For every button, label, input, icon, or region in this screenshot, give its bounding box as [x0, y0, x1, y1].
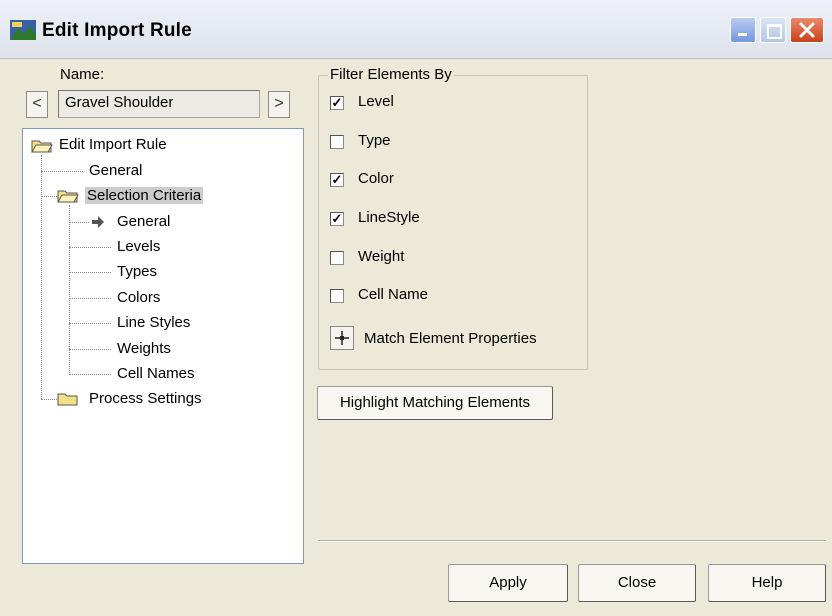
tree-item-general-criteria[interactable]: General: [117, 213, 170, 230]
tree-item-general[interactable]: General: [89, 162, 142, 179]
level-checkbox[interactable]: ✓: [330, 96, 344, 110]
tree-item-process-settings[interactable]: Process Settings: [89, 390, 202, 407]
highlight-matching-elements-button[interactable]: Highlight Matching Elements: [317, 386, 553, 420]
weight-label: Weight: [358, 248, 405, 265]
crosshair-icon: [335, 331, 349, 345]
close-button[interactable]: Close: [578, 564, 696, 602]
open-folder-icon: [31, 140, 53, 153]
open-folder-icon: [57, 190, 79, 203]
tree-item-selection-criteria[interactable]: Selection Criteria: [85, 187, 204, 204]
color-label: Color: [358, 170, 394, 187]
tree-item-weights[interactable]: Weights: [117, 340, 171, 357]
tree-item-levels[interactable]: Levels: [117, 238, 160, 255]
level-label: Level: [358, 93, 394, 110]
separator: [318, 540, 826, 542]
rule-tree[interactable]: Edit Import Rule General Selection Crite…: [22, 128, 304, 564]
help-button[interactable]: Help: [708, 564, 826, 602]
match-element-properties-button[interactable]: [330, 326, 354, 350]
tree-item-cell-names[interactable]: Cell Names: [117, 365, 195, 382]
app-icon: [10, 20, 36, 40]
tree-item-colors[interactable]: Colors: [117, 289, 160, 306]
name-field[interactable]: Gravel Shoulder: [58, 90, 260, 118]
weight-checkbox[interactable]: [330, 251, 344, 265]
window-title: Edit Import Rule: [42, 20, 192, 41]
close-icon: [799, 22, 815, 38]
linestyle-label: LineStyle: [358, 209, 420, 226]
tree-item-line-styles[interactable]: Line Styles: [117, 314, 190, 331]
filter-group-legend: Filter Elements By: [328, 66, 454, 83]
minimize-button[interactable]: [730, 17, 756, 43]
maximize-button[interactable]: [760, 17, 786, 43]
prev-rule-button[interactable]: <: [26, 91, 48, 118]
arrow-right-icon: [92, 216, 104, 228]
color-checkbox[interactable]: ✓: [330, 173, 344, 187]
match-element-properties-label: Match Element Properties: [364, 330, 537, 347]
type-checkbox[interactable]: [330, 135, 344, 149]
linestyle-checkbox[interactable]: ✓: [330, 212, 344, 226]
type-label: Type: [358, 132, 391, 149]
apply-button[interactable]: Apply: [448, 564, 568, 602]
close-window-button[interactable]: [790, 17, 824, 43]
cell-name-checkbox[interactable]: [330, 289, 344, 303]
tree-item-edit-import-rule[interactable]: Edit Import Rule: [59, 136, 167, 153]
next-rule-button[interactable]: >: [268, 91, 290, 118]
tree-item-types[interactable]: Types: [117, 263, 157, 280]
name-label: Name:: [60, 66, 105, 83]
cell-name-label: Cell Name: [358, 286, 429, 303]
folder-icon: [57, 393, 78, 406]
